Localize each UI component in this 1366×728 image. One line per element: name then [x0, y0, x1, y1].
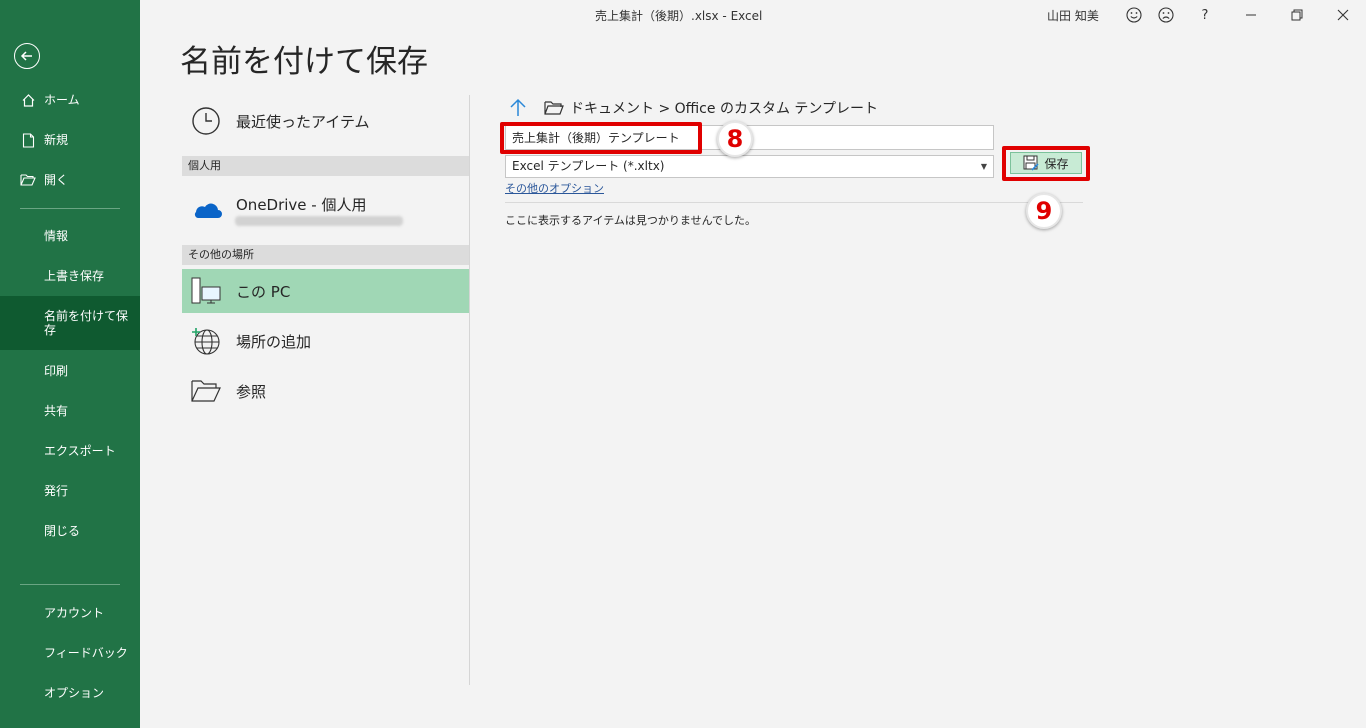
location-this-pc[interactable]: この PC — [182, 269, 469, 313]
file-type-value: Excel テンプレート (*.xltx) — [512, 159, 665, 173]
folder-icon — [544, 100, 564, 116]
nav-share[interactable]: 共有 — [0, 401, 140, 421]
annotation-highlight-filename — [500, 122, 702, 154]
close-icon[interactable] — [1334, 6, 1352, 24]
location-browse[interactable]: 参照 — [182, 371, 469, 411]
globe-add-icon — [188, 323, 224, 359]
help-icon[interactable]: ? — [1196, 6, 1214, 24]
onedrive-cloud-icon — [188, 191, 224, 227]
breadcrumb: ドキュメント > Office のカスタム テンプレート — [508, 98, 878, 118]
column-divider — [469, 95, 470, 685]
back-arrow-icon[interactable] — [14, 43, 40, 69]
current-path[interactable]: ドキュメント > Office のカスタム テンプレート — [570, 98, 878, 118]
restore-icon[interactable] — [1288, 6, 1306, 24]
window-title: 売上集計（後期）.xlsx - Excel — [595, 9, 763, 23]
file-type-select[interactable]: Excel テンプレート (*.xltx) ▼ — [505, 155, 994, 178]
empty-folder-message: ここに表示するアイテムは見つかりませんでした。 — [505, 214, 757, 227]
annotation-highlight-save — [1002, 146, 1090, 181]
section-other-places: その他の場所 — [182, 245, 469, 265]
frown-feedback-icon[interactable] — [1157, 6, 1175, 24]
location-recent[interactable]: 最近使ったアイテム — [182, 101, 469, 141]
nav-divider — [20, 208, 120, 209]
up-arrow-icon[interactable] — [508, 98, 528, 118]
smile-feedback-icon[interactable] — [1125, 6, 1143, 24]
nav-publish[interactable]: 発行 — [0, 481, 140, 501]
nav-export[interactable]: エクスポート — [0, 441, 140, 461]
nav-feedback[interactable]: フィードバック — [0, 643, 140, 663]
page-title: 名前を付けて保存 — [180, 44, 428, 80]
dropdown-arrow-icon: ▼ — [980, 162, 987, 171]
location-add-place[interactable]: 場所の追加 — [182, 321, 469, 361]
new-document-icon — [20, 132, 36, 148]
nav-account[interactable]: アカウント — [0, 603, 140, 623]
section-personal: 個人用 — [182, 156, 469, 176]
backstage-nav: ホーム 新規 開く 情報 上書き保存 名前を付けて保存 印刷 共有 エクスポート… — [0, 0, 140, 728]
separator — [505, 202, 1083, 203]
nav-info[interactable]: 情報 — [0, 226, 140, 246]
computer-icon — [188, 273, 224, 309]
nav-divider — [20, 584, 120, 585]
nav-options[interactable]: オプション — [0, 683, 140, 703]
home-icon — [20, 92, 36, 108]
nav-new[interactable]: 新規 — [0, 130, 140, 150]
folder-open-icon — [20, 172, 36, 188]
account-email-redacted — [235, 216, 403, 226]
clock-icon — [188, 103, 224, 139]
nav-close[interactable]: 閉じる — [0, 521, 140, 541]
nav-print[interactable]: 印刷 — [0, 361, 140, 381]
minimize-icon[interactable] — [1242, 6, 1260, 24]
nav-save-as[interactable]: 名前を付けて保存 — [0, 296, 140, 350]
nav-home[interactable]: ホーム — [0, 90, 140, 110]
user-name[interactable]: 山田 知美 — [1047, 7, 1099, 24]
step-badge-8: 8 — [717, 121, 753, 157]
folder-browse-icon — [188, 373, 224, 409]
nav-save[interactable]: 上書き保存 — [0, 266, 140, 286]
nav-open[interactable]: 開く — [0, 170, 140, 190]
more-options-link[interactable]: その他のオプション — [505, 180, 604, 196]
step-badge-9: 9 — [1026, 193, 1062, 229]
